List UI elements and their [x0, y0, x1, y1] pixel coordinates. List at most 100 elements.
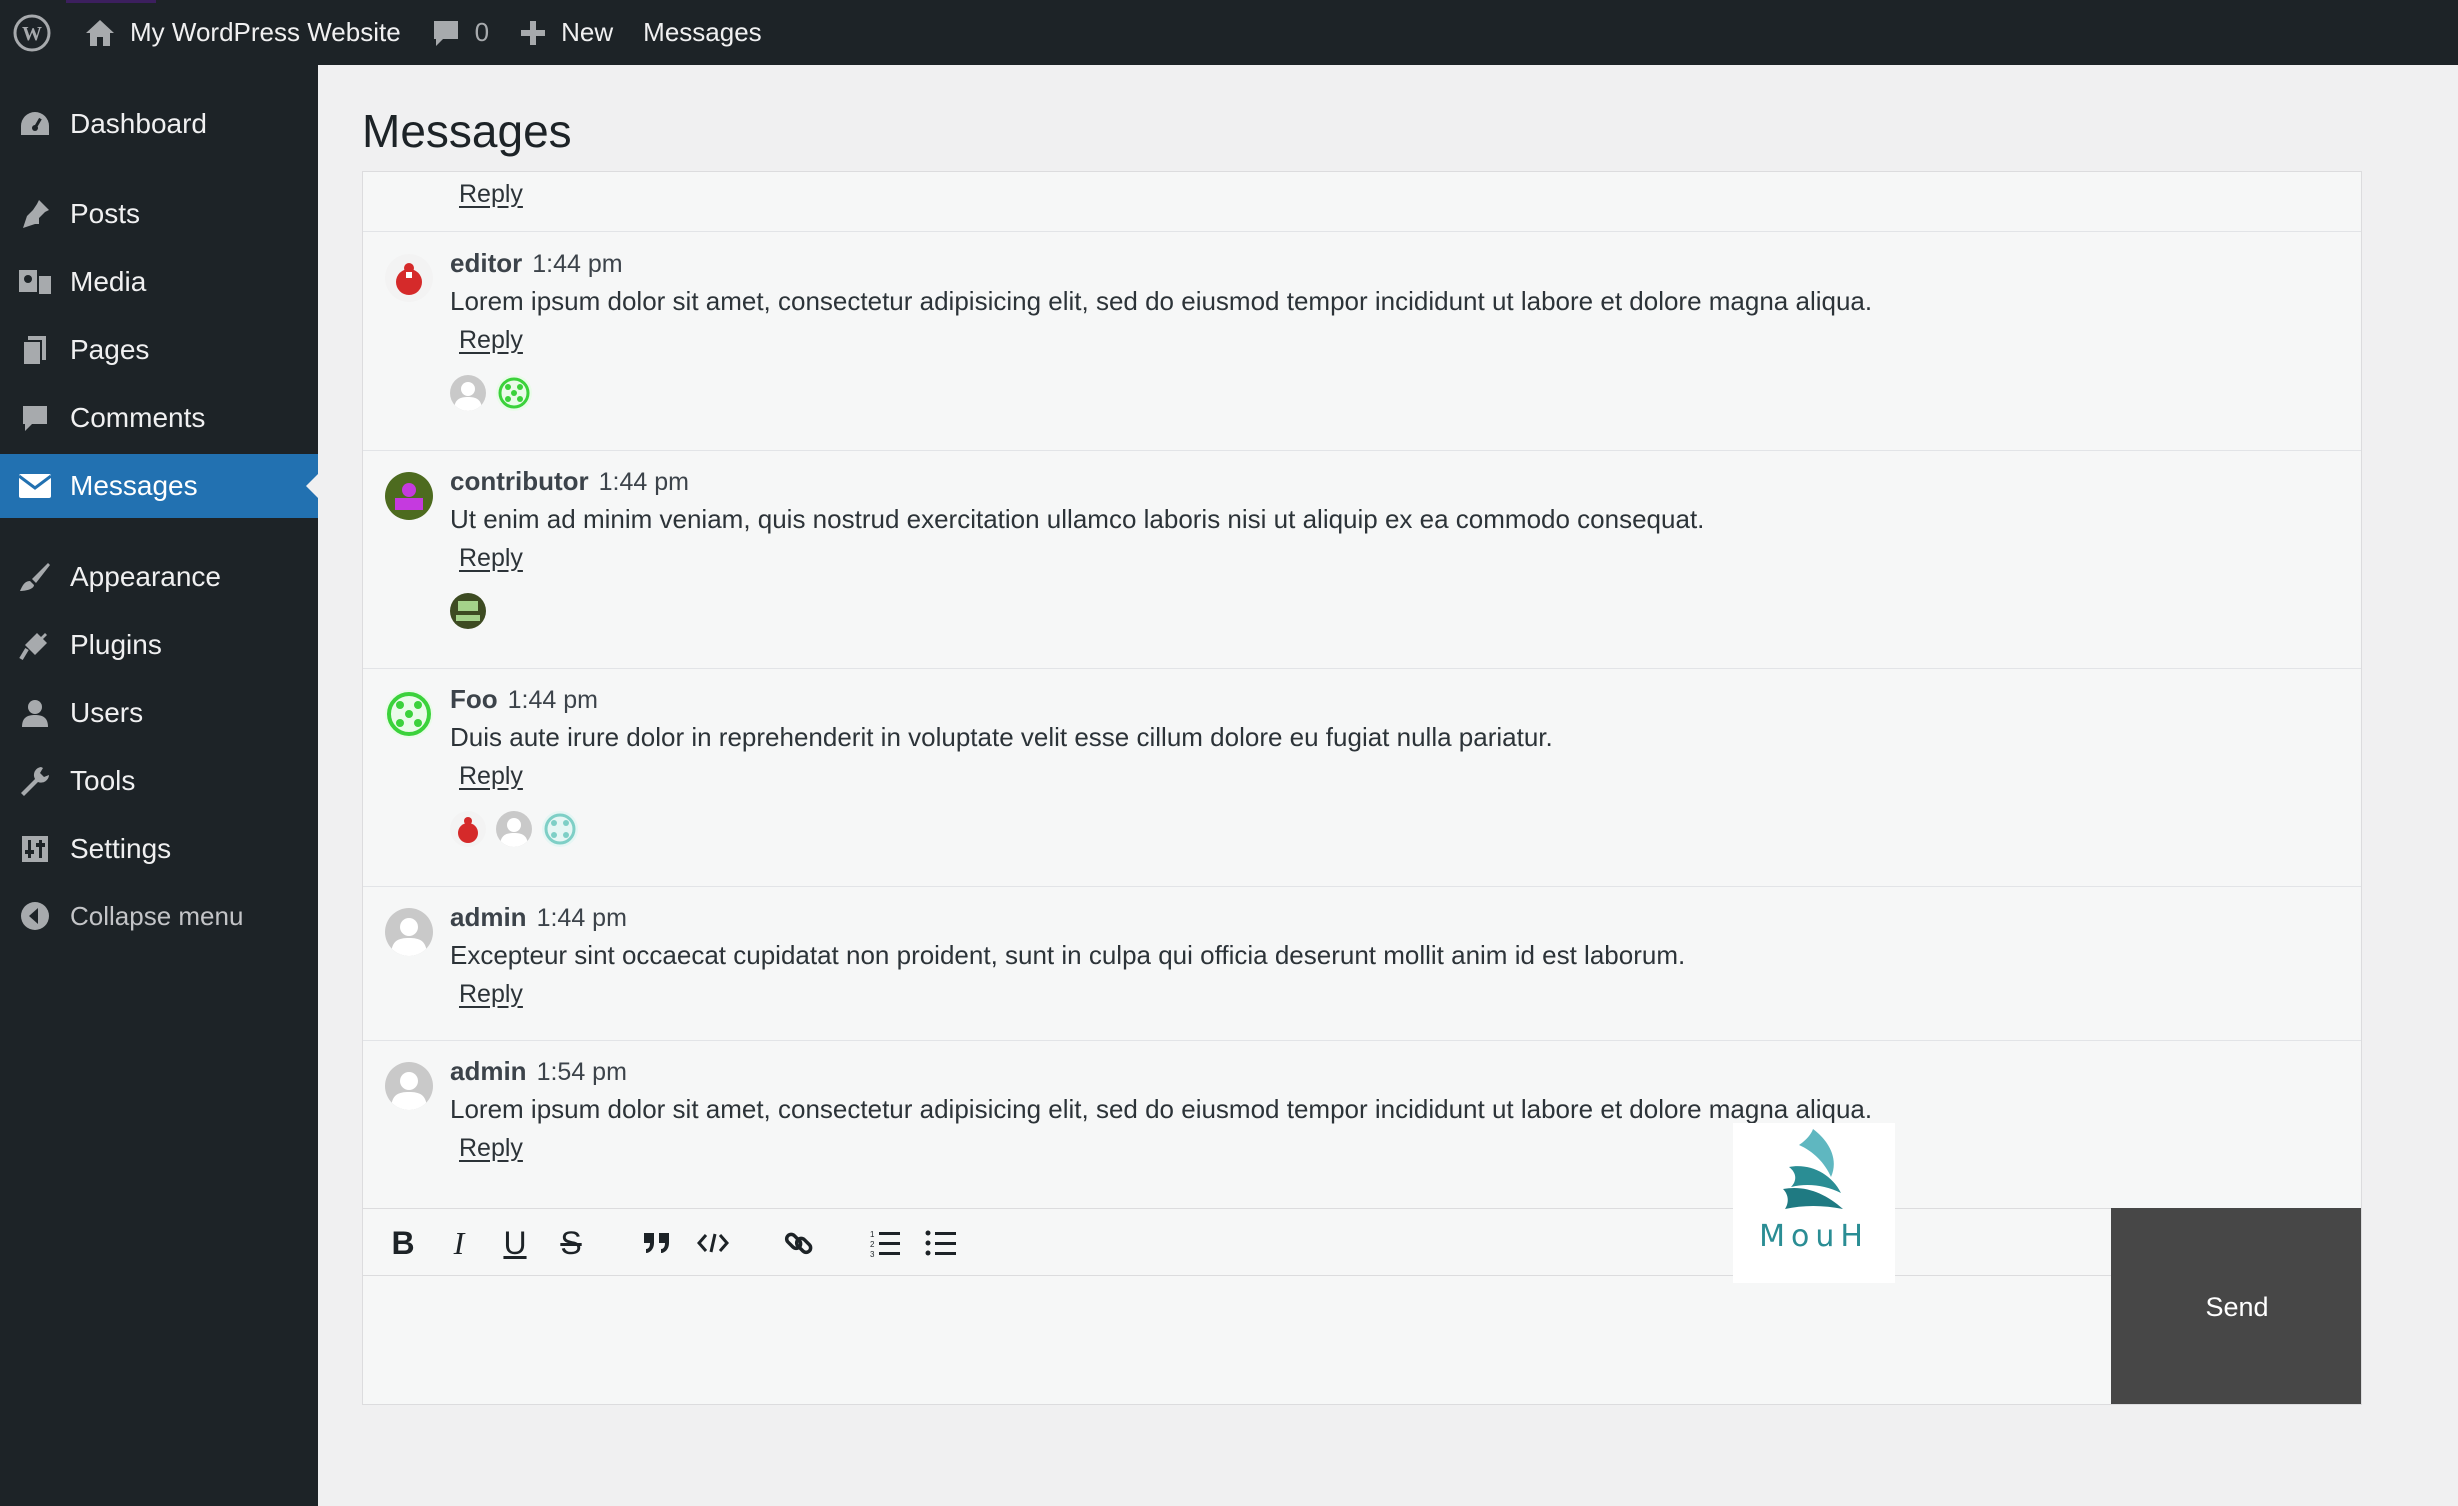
sidebar-item-label: Messages: [70, 470, 198, 501]
sidebar-item-settings[interactable]: Settings: [0, 817, 318, 881]
reply-link[interactable]: Reply: [459, 1134, 523, 1163]
plus-icon: [521, 20, 546, 45]
collapse-arrow-icon: [21, 902, 49, 930]
brush-icon: [20, 563, 50, 591]
bold-button[interactable]: B: [383, 1223, 423, 1263]
collapse-menu-button[interactable]: Collapse menu: [0, 884, 318, 948]
quote-icon: [644, 1233, 669, 1253]
sidebar-item-comments[interactable]: Comments: [0, 386, 318, 450]
reaction-avatar: [450, 593, 486, 629]
admin-sidebar: Dashboard Posts Media Pages Comments Mes…: [0, 65, 318, 1506]
envelope-icon: [18, 474, 52, 498]
sidebar-item-dashboard[interactable]: Dashboard: [0, 92, 318, 156]
message-author: admin: [450, 1056, 527, 1086]
reaction-avatar: [450, 375, 486, 411]
wordpress-icon: W: [13, 14, 51, 51]
pages-icon: [22, 336, 46, 366]
bold-icon: B: [391, 1224, 415, 1261]
strikethrough-button[interactable]: S: [551, 1223, 591, 1263]
code-icon: [697, 1233, 729, 1253]
home-icon: [86, 19, 114, 46]
pin-icon: [23, 200, 49, 228]
message-item: admin 1:44 pm Excepteur sint occaecat cu…: [363, 886, 2361, 1041]
reply-link[interactable]: Reply: [459, 762, 523, 791]
link-button[interactable]: [779, 1223, 819, 1263]
italic-button[interactable]: I: [439, 1223, 479, 1263]
message-item: admin 1:54 pm Lorem ipsum dolor sit amet…: [363, 1040, 2361, 1208]
quote-button[interactable]: [637, 1223, 677, 1263]
sidebar-item-label: Posts: [70, 198, 141, 229]
new-content-button[interactable]: New: [519, 0, 613, 65]
message-text: Ut enim ad minim veniam, quis nostrud ex…: [450, 504, 1705, 534]
reactions: [450, 593, 486, 629]
message-time: 1:44 pm: [536, 904, 627, 932]
reaction-avatar: [496, 375, 532, 411]
reaction-avatar: [496, 811, 532, 847]
message-author: Foo: [450, 684, 498, 714]
wrench-icon: [21, 767, 49, 796]
reaction-avatar: [542, 811, 578, 847]
reply-link[interactable]: Reply: [459, 180, 523, 209]
avatar: [385, 254, 433, 302]
bullet-list-button[interactable]: [921, 1223, 961, 1263]
strikethrough-icon: S: [560, 1224, 582, 1261]
message-author: editor: [450, 248, 523, 278]
avatar: [385, 1062, 433, 1110]
sidebar-item-plugins[interactable]: Plugins: [0, 613, 318, 677]
sidebar-item-media[interactable]: Media: [0, 250, 318, 314]
comment-icon: [433, 20, 458, 46]
dashboard-icon: [21, 112, 49, 135]
reactions: [450, 375, 532, 411]
mouh-logo: MouH: [1733, 1123, 1895, 1283]
reaction-avatar: [450, 811, 486, 847]
message-time: 1:44 pm: [507, 686, 598, 714]
site-name-link[interactable]: My WordPress Website: [84, 0, 401, 65]
avatar: [385, 908, 433, 956]
sidebar-item-label: Settings: [70, 833, 172, 864]
underline-button[interactable]: U: [495, 1223, 535, 1263]
admin-bar: W My WordPress Website 0 New Messages: [0, 0, 2458, 65]
sidebar-item-appearance[interactable]: Appearance: [0, 545, 318, 609]
reply-link[interactable]: Reply: [459, 544, 523, 573]
sidebar-item-posts[interactable]: Posts: [0, 182, 318, 246]
sidebar-item-label: Media: [70, 266, 147, 297]
user-icon: [22, 700, 48, 727]
logo-text: MouH: [1759, 1219, 1869, 1254]
sidebar-item-label: Users: [70, 697, 144, 728]
media-icon: [19, 270, 51, 294]
message-item: editor 1:44 pm Lorem ipsum dolor sit ame…: [363, 232, 2361, 451]
sidebar-item-label: Dashboard: [70, 108, 207, 139]
message-author: admin: [450, 902, 527, 932]
message-author: contributor: [450, 466, 589, 496]
messages-link[interactable]: Messages: [643, 0, 762, 65]
reply-link[interactable]: Reply: [459, 980, 523, 1009]
svg-text:3: 3: [870, 1250, 875, 1258]
ordered-list-button[interactable]: 123: [865, 1223, 905, 1263]
sidebar-item-tools[interactable]: Tools: [0, 749, 318, 813]
message-editor[interactable]: [363, 1276, 2111, 1404]
code-button[interactable]: [693, 1223, 733, 1263]
message-text: Lorem ipsum dolor sit amet, consectetur …: [450, 1094, 1873, 1124]
message-time: 1:44 pm: [598, 468, 689, 496]
sidebar-item-pages[interactable]: Pages: [0, 318, 318, 382]
message-item: contributor 1:44 pm Ut enim ad minim ven…: [363, 450, 2361, 669]
sidebar-item-label: Plugins: [70, 629, 162, 660]
svg-text:W: W: [22, 23, 42, 45]
wordpress-logo-button[interactable]: W: [0, 0, 64, 65]
send-button[interactable]: Send: [2111, 1208, 2361, 1404]
message-time: 1:54 pm: [536, 1058, 627, 1086]
comments-link[interactable]: 0: [431, 0, 489, 65]
bullet-list-icon: [925, 1230, 956, 1256]
sidebar-item-label: Appearance: [70, 561, 222, 592]
messages-panel: Reply editor 1:44 pm Lorem ipsum dolor s…: [362, 171, 2362, 1405]
sidebar-item-messages[interactable]: Messages: [0, 454, 318, 518]
message-text: Lorem ipsum dolor sit amet, consectetur …: [450, 286, 1873, 316]
underline-icon: U: [503, 1224, 527, 1261]
italic-icon: I: [453, 1224, 465, 1261]
link-icon: [784, 1232, 813, 1255]
message-item: Foo 1:44 pm Duis aute irure dolor in rep…: [363, 668, 2361, 887]
sidebar-item-users[interactable]: Users: [0, 681, 318, 745]
reply-link[interactable]: Reply: [459, 326, 523, 355]
page-title: Messages: [362, 105, 572, 157]
svg-text:1: 1: [870, 1230, 875, 1239]
